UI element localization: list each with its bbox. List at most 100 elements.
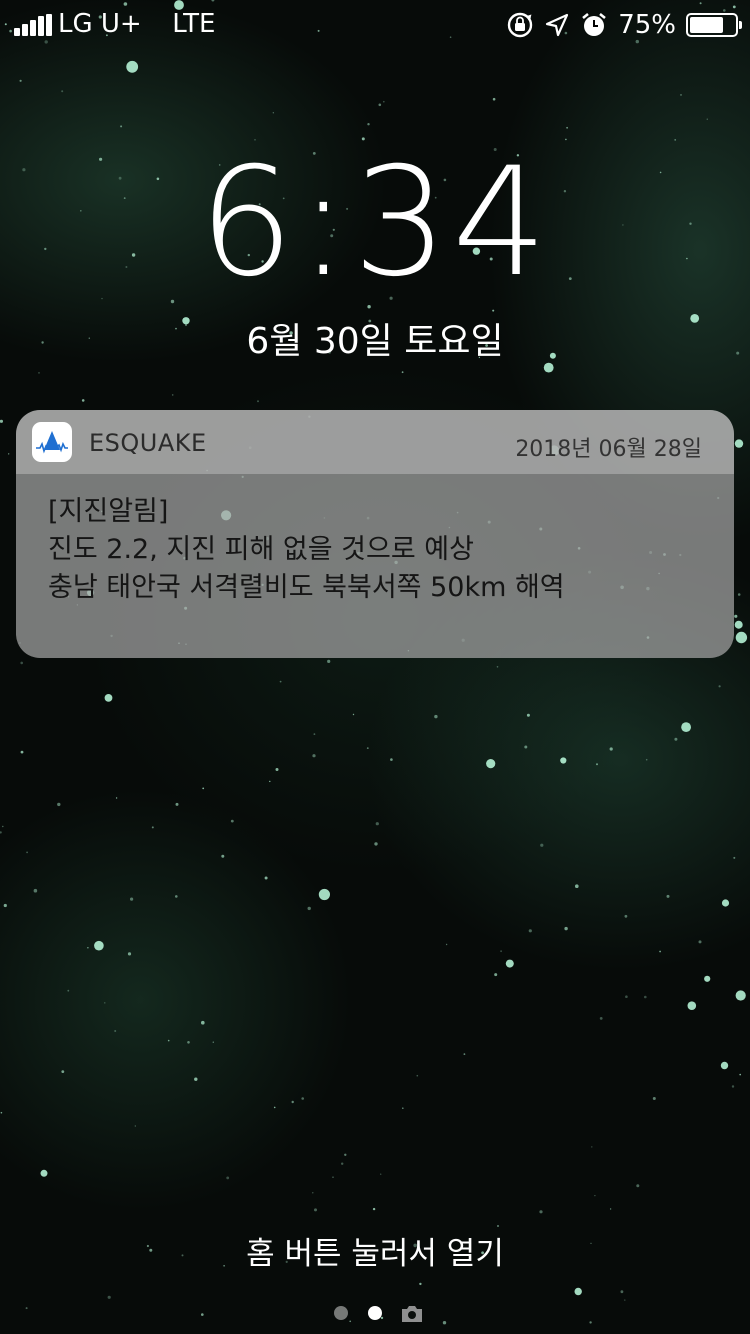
- star: [620, 1290, 624, 1294]
- star: [130, 897, 134, 901]
- star: [134, 1125, 136, 1127]
- star: [2, 825, 4, 828]
- status-bar: LG U+ LTE 75%: [0, 0, 750, 50]
- star: [733, 856, 736, 859]
- star: [273, 1106, 276, 1109]
- star: [26, 851, 28, 854]
- star: [463, 1053, 466, 1055]
- star: [492, 97, 496, 101]
- star: [718, 685, 721, 688]
- star: [528, 929, 532, 933]
- star: [659, 950, 661, 953]
- star: [401, 371, 404, 374]
- star: [175, 802, 179, 806]
- star: [731, 1085, 735, 1088]
- star: [524, 745, 528, 749]
- star: [735, 631, 748, 644]
- star: [674, 139, 677, 141]
- star: [352, 713, 355, 716]
- star: [739, 1073, 741, 1076]
- star: [171, 394, 174, 396]
- star: [269, 780, 271, 783]
- star: [500, 950, 502, 953]
- star: [720, 1061, 729, 1070]
- battery-icon: [686, 13, 742, 37]
- orientation-lock-icon: [508, 12, 533, 38]
- star: [279, 680, 282, 683]
- star: [366, 747, 369, 749]
- star: [543, 362, 554, 373]
- star: [674, 737, 678, 741]
- star: [496, 666, 499, 668]
- earthquake-app-icon: [36, 431, 68, 454]
- star: [378, 103, 382, 107]
- star: [734, 614, 738, 618]
- location-icon: [546, 13, 569, 37]
- unlock-hint: 홈 버튼 눌러서 열기: [246, 1236, 504, 1272]
- star: [187, 1041, 190, 1044]
- star: [170, 299, 175, 304]
- star: [221, 854, 225, 858]
- star: [367, 123, 370, 126]
- star: [539, 1210, 543, 1214]
- star: [175, 895, 178, 898]
- star: [291, 1100, 294, 1104]
- star: [127, 952, 132, 956]
- star: [560, 757, 567, 764]
- star: [734, 439, 744, 448]
- notification-card[interactable]: ESQUAKE 2018년 06월 28일 [지진알림] 진도 2.2, 지진 …: [16, 410, 734, 658]
- star: [721, 899, 730, 907]
- star: [332, 1176, 334, 1178]
- page-dot-active[interactable]: [368, 1306, 382, 1320]
- notification-header: ESQUAKE 2018년 06월 28일: [16, 410, 734, 474]
- star: [624, 914, 628, 918]
- star: [212, 1041, 214, 1043]
- star: [257, 400, 259, 403]
- star: [167, 1039, 170, 1042]
- star: [591, 1146, 593, 1148]
- star: [0, 831, 2, 834]
- star: [494, 973, 498, 977]
- star: [57, 802, 61, 807]
- star: [201, 1020, 205, 1025]
- star: [666, 894, 670, 898]
- star: [230, 819, 234, 823]
- star: [314, 1208, 317, 1212]
- star: [564, 926, 568, 931]
- carrier-name: LG U+: [58, 9, 142, 39]
- star: [594, 1195, 596, 1197]
- page-indicator[interactable]: [0, 1300, 750, 1328]
- app-icon: [32, 422, 72, 462]
- page-dot[interactable]: [334, 1306, 348, 1320]
- star: [101, 297, 103, 300]
- star: [107, 1295, 111, 1299]
- star: [734, 620, 743, 629]
- star: [625, 995, 628, 998]
- star: [609, 1208, 612, 1210]
- star: [486, 759, 496, 769]
- battery-percent: 75%: [618, 10, 676, 40]
- star: [20, 750, 24, 754]
- star: [434, 714, 438, 719]
- star: [126, 60, 139, 73]
- star: [341, 1162, 344, 1165]
- star: [313, 733, 316, 735]
- star: [737, 593, 741, 596]
- star: [374, 842, 378, 846]
- star: [226, 1176, 230, 1180]
- star: [8, 453, 10, 455]
- star: [94, 940, 104, 951]
- lock-screen-date: 6월 30일 토요일: [246, 321, 504, 362]
- camera-icon[interactable]: [400, 1304, 424, 1324]
- star: [272, 112, 274, 114]
- star: [275, 768, 279, 771]
- star: [151, 826, 154, 829]
- star: [445, 943, 448, 946]
- star: [61, 1070, 65, 1073]
- star: [0, 419, 3, 423]
- star: [687, 1001, 697, 1010]
- alarm-icon: [582, 12, 607, 36]
- star: [402, 1107, 404, 1109]
- star: [301, 1097, 305, 1100]
- star: [596, 763, 598, 766]
